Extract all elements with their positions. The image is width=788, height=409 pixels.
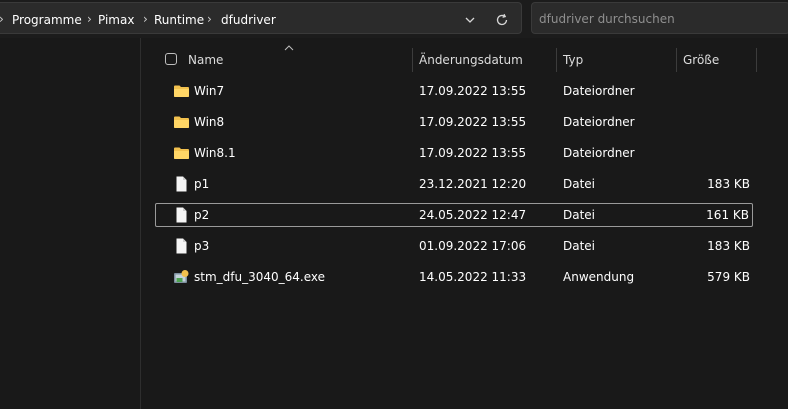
file-row[interactable]: Win7 17.09.2022 13:55 Dateiordner [155, 79, 753, 103]
file-date: 17.09.2022 13:55 [419, 146, 527, 160]
column-divider[interactable] [556, 48, 557, 72]
breadcrumb-separator-icon: › [87, 12, 92, 26]
navigation-pane[interactable] [0, 38, 141, 409]
file-icon [173, 176, 190, 192]
breadcrumb-separator-icon: › [207, 12, 212, 26]
installer-icon [173, 269, 190, 285]
file-type: Datei [563, 208, 596, 222]
file-name: stm_dfu_3040_64.exe [194, 270, 326, 284]
file-name: Win8.1 [194, 146, 236, 160]
file-row[interactable]: p3 01.09.2022 17:06 Datei 183 KB [155, 234, 753, 258]
history-dropdown-button[interactable] [460, 11, 480, 29]
file-row[interactable]: stm_dfu_3040_64.exe 14.05.2022 11:33 Anwen… [155, 265, 753, 289]
file-date: 17.09.2022 13:55 [419, 84, 527, 98]
breadcrumb-separator-icon: › [143, 12, 148, 26]
column-divider[interactable] [412, 48, 413, 72]
file-size: 161 KB [706, 208, 749, 222]
refresh-icon [496, 13, 508, 26]
file-row[interactable]: p2 24.05.2022 12:47 Datei 161 KB [155, 203, 753, 227]
file-row[interactable]: p1 23.12.2021 12:20 Datei 183 KB [155, 172, 753, 196]
file-icon [173, 238, 190, 254]
folder-icon [173, 114, 190, 130]
file-type: Datei [563, 177, 596, 191]
chevron-down-icon [465, 17, 475, 23]
file-name: p2 [194, 208, 210, 222]
file-type: Anwendung [563, 270, 635, 284]
file-date: 14.05.2022 11:33 [419, 270, 527, 284]
breadcrumb-item-runtime[interactable]: Runtime [154, 13, 204, 27]
column-divider[interactable] [676, 48, 677, 72]
breadcrumb-item-pimax[interactable]: Pimax [98, 13, 134, 27]
file-type: Dateiordner [563, 146, 635, 160]
file-type: Datei [563, 239, 596, 253]
breadcrumb-item-dfudriver[interactable]: dfudriver [221, 13, 276, 27]
file-row[interactable]: Win8.1 17.09.2022 13:55 Dateiordner [155, 141, 753, 165]
refresh-button[interactable] [492, 11, 512, 29]
file-type: Dateiordner [563, 84, 635, 98]
folder-icon [173, 145, 190, 161]
column-divider[interactable] [756, 48, 757, 72]
column-header-size[interactable]: Größe [683, 46, 719, 74]
file-date: 01.09.2022 17:06 [419, 239, 527, 253]
select-all-checkbox[interactable] [165, 53, 177, 65]
search-placeholder: dfudriver durchsuchen [539, 12, 675, 26]
file-size: 183 KB [707, 239, 750, 253]
file-size: 579 KB [707, 270, 750, 284]
column-header-date[interactable]: Änderungsdatum [419, 46, 523, 74]
file-type: Dateiordner [563, 115, 635, 129]
folder-icon [173, 83, 190, 99]
file-name: p1 [194, 177, 210, 191]
file-row[interactable]: Win8 17.09.2022 13:55 Dateiordner [155, 110, 753, 134]
file-date: 23.12.2021 12:20 [419, 177, 527, 191]
breadcrumb-item-programme[interactable]: Programme [12, 13, 82, 27]
file-icon [173, 207, 190, 223]
file-name: Win7 [194, 84, 225, 98]
file-list[interactable]: Name Änderungsdatum Typ Größe Win7 17.09.… [141, 38, 788, 409]
title-toolbar: › Programme › Pimax › Runtime › dfudrive… [0, 0, 788, 38]
column-header-type[interactable]: Typ [563, 46, 583, 74]
file-date: 17.09.2022 13:55 [419, 115, 527, 129]
address-bar[interactable]: › Programme › Pimax › Runtime › dfudrive… [0, 2, 522, 34]
column-header-name[interactable]: Name [188, 46, 223, 74]
sort-ascending-icon[interactable] [284, 45, 294, 51]
file-size: 183 KB [707, 177, 750, 191]
search-input[interactable]: dfudriver durchsuchen [531, 2, 788, 34]
breadcrumb-separator-icon: › [0, 12, 4, 26]
file-name: Win8 [194, 115, 225, 129]
file-name: p3 [194, 239, 210, 253]
file-date: 24.05.2022 12:47 [419, 208, 527, 222]
